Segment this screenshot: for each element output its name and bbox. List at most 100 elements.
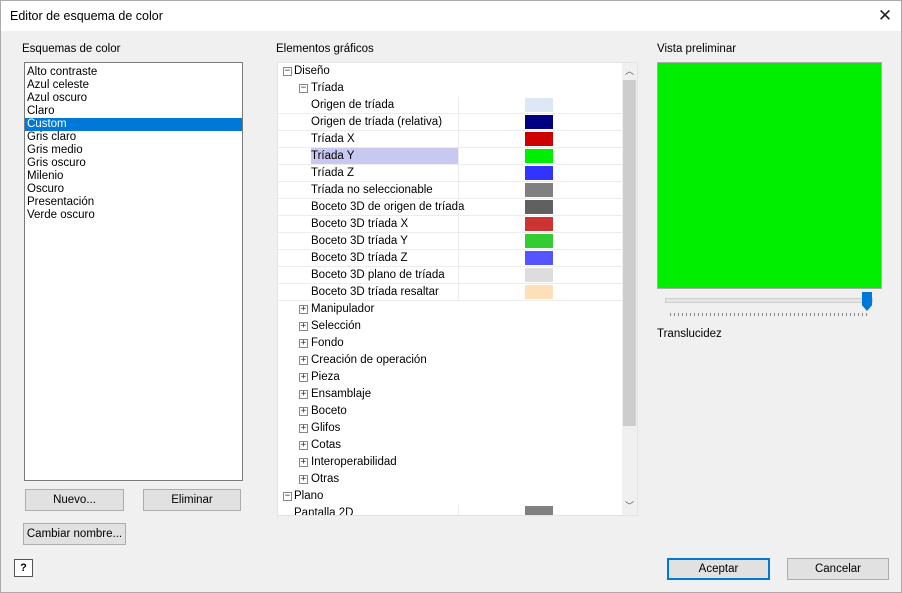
window-title: Editor de esquema de color [10, 9, 163, 23]
collapse-icon[interactable]: − [299, 84, 308, 93]
color-swatch[interactable] [525, 217, 553, 231]
tree-item-label: Plano [294, 490, 324, 502]
color-swatch[interactable] [525, 506, 553, 515]
color-swatch[interactable] [525, 268, 553, 282]
expand-icon[interactable]: + [299, 322, 308, 331]
expand-icon[interactable]: + [299, 373, 308, 382]
scroll-down-icon[interactable]: ﹀ [622, 499, 637, 514]
scheme-item[interactable]: Milenio [25, 170, 242, 183]
expand-icon[interactable]: + [299, 441, 308, 450]
column-divider [458, 165, 459, 182]
graphic-elements-tree[interactable]: − Diseño − Tríada Origen de tríada Origen de … [277, 62, 638, 516]
expand-icon[interactable]: + [299, 458, 308, 467]
tree-leaf[interactable]: Tríada X [278, 131, 622, 148]
tree-item-label: Tríada Y [311, 150, 355, 162]
new-button[interactable]: Nuevo... [25, 489, 124, 511]
scheme-item[interactable]: Gris medio [25, 144, 242, 157]
tree-node-group[interactable]: + Creación de operación [278, 352, 622, 369]
help-icon[interactable]: ? [14, 559, 33, 577]
tree-leaf[interactable]: Origen de tríada [278, 97, 622, 114]
expand-icon[interactable]: + [299, 475, 308, 484]
tree-leaf[interactable]: Tríada no seleccionable [278, 182, 622, 199]
tree-leaf[interactable]: Boceto 3D plano de tríada [278, 267, 622, 284]
scheme-item[interactable]: Custom [25, 118, 242, 131]
expand-icon[interactable]: + [299, 339, 308, 348]
tree-leaf[interactable]: Boceto 3D tríada X [278, 216, 622, 233]
scheme-item[interactable]: Oscuro [25, 183, 242, 196]
tree-node-group[interactable]: + Pieza [278, 369, 622, 386]
tree-leaf[interactable]: Tríada Z [278, 165, 622, 182]
scheme-item[interactable]: Claro [25, 105, 242, 118]
scheme-item[interactable]: Presentación [25, 196, 242, 209]
color-swatch[interactable] [525, 115, 553, 129]
column-divider [458, 114, 459, 131]
cancel-button[interactable]: Cancelar [787, 558, 889, 580]
tree-node-group[interactable]: + Ensamblaje [278, 386, 622, 403]
tree-item-label: Pantalla 2D [294, 507, 354, 516]
scheme-item[interactable]: Gris claro [25, 131, 242, 144]
tree-item-label: Interoperabilidad [311, 456, 397, 468]
tree-node-group[interactable]: + Fondo [278, 335, 622, 352]
column-divider [458, 182, 459, 199]
expand-icon[interactable]: + [299, 305, 308, 314]
color-swatch[interactable] [525, 183, 553, 197]
scheme-item[interactable]: Azul oscuro [25, 92, 242, 105]
expand-icon[interactable]: + [299, 390, 308, 399]
translucency-slider-track[interactable] [665, 298, 873, 303]
scrollbar-thumb[interactable] [623, 80, 636, 426]
tree-node-group[interactable]: + Otras [278, 471, 622, 488]
tree-leaf[interactable]: Origen de tríada (relativa) [278, 114, 622, 131]
tree-leaf[interactable]: Boceto 3D tríada Z [278, 250, 622, 267]
scroll-up-icon[interactable]: ︿ [622, 64, 637, 79]
tree-item-label: Cotas [311, 439, 342, 451]
tree-node-group[interactable]: + Glifos [278, 420, 622, 437]
tree-leaf[interactable]: Boceto 3D de origen de tríada [278, 199, 622, 216]
tree-item-label: Ensamblaje [311, 388, 372, 400]
color-swatch[interactable] [525, 251, 553, 265]
tree-node-group[interactable]: + Interoperabilidad [278, 454, 622, 471]
schemes-label: Esquemas de color [22, 43, 121, 55]
tree-item-label: Tríada X [311, 133, 355, 145]
collapse-icon[interactable]: − [283, 67, 292, 76]
color-swatch[interactable] [525, 234, 553, 248]
schemes-listbox[interactable]: Alto contraste Azul celeste Azul oscuro Cla… [24, 62, 243, 481]
tree-node-group[interactable]: + Manipulador [278, 301, 622, 318]
color-swatch[interactable] [525, 149, 553, 163]
tree-node-triad[interactable]: − Tríada [278, 80, 622, 97]
color-swatch[interactable] [525, 132, 553, 146]
tree-item-label: Fondo [311, 337, 344, 349]
color-swatch[interactable] [525, 98, 553, 112]
close-icon[interactable]: ✕ [873, 5, 897, 27]
tree-node-group[interactable]: + Selección [278, 318, 622, 335]
tree-node-plane[interactable]: − Plano [278, 488, 622, 505]
scheme-item[interactable]: Alto contraste [25, 66, 242, 79]
tree-node-group[interactable]: + Boceto [278, 403, 622, 420]
column-divider [458, 267, 459, 284]
scheme-item[interactable]: Azul celeste [25, 79, 242, 92]
expand-icon[interactable]: + [299, 356, 308, 365]
expand-icon[interactable]: + [299, 407, 308, 416]
color-swatch[interactable] [525, 166, 553, 180]
expand-icon[interactable]: + [299, 424, 308, 433]
column-divider [458, 505, 459, 515]
tree-node-design[interactable]: − Diseño [278, 63, 622, 80]
tree-leaf[interactable]: Boceto 3D tríada Y [278, 233, 622, 250]
tree-leaf[interactable]: Boceto 3D tríada resaltar [278, 284, 622, 301]
tree-item-label: Diseño [294, 65, 330, 77]
collapse-icon[interactable]: − [283, 492, 292, 501]
rename-button[interactable]: Cambiar nombre... [23, 523, 126, 545]
color-swatch[interactable] [525, 285, 553, 299]
tree-item-label: Tríada [311, 82, 344, 94]
column-divider [458, 284, 459, 301]
delete-button[interactable]: Eliminar [143, 489, 241, 511]
tree-node-group[interactable]: + Cotas [278, 437, 622, 454]
tree-leaf[interactable]: Pantalla 2D [278, 505, 622, 516]
scheme-item[interactable]: Verde oscuro [25, 209, 242, 222]
accept-button[interactable]: Aceptar [667, 558, 770, 580]
tree-leaf[interactable]: Tríada Y [278, 148, 622, 165]
column-divider [458, 233, 459, 250]
scheme-item[interactable]: Gris oscuro [25, 157, 242, 170]
column-divider [458, 97, 459, 114]
color-swatch[interactable] [525, 200, 553, 214]
tree-scrollbar[interactable]: ︿ ﹀ [622, 63, 637, 515]
